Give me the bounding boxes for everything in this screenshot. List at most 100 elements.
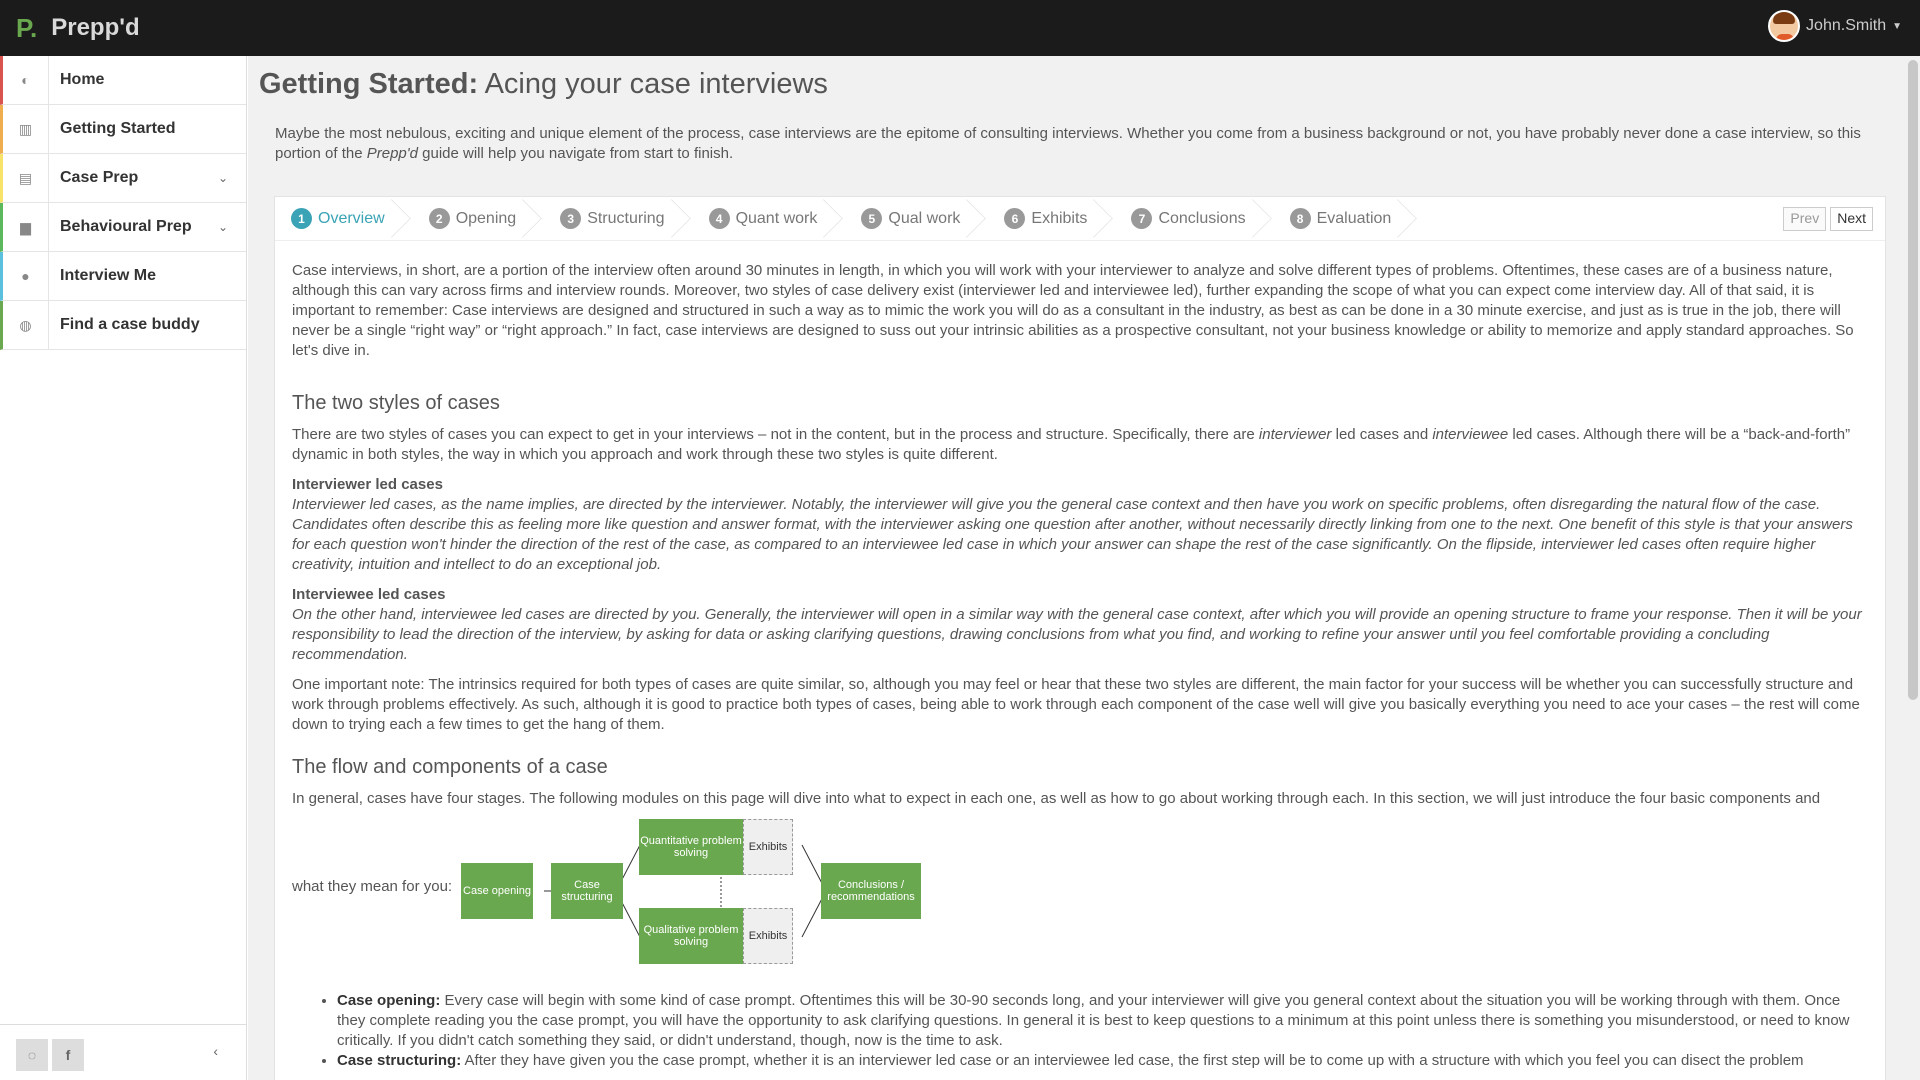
page-title: Getting Started: Acing your case intervi… [259,68,828,101]
flow-quantitative: Quantitative problem solving [639,819,743,875]
step-number: 1 [291,208,312,229]
page-title-bold: Getting Started: [259,68,479,100]
section-heading-flow: The flow and components of a case [292,756,608,778]
tab-label: Opening [455,209,517,227]
interviewee-led-paragraph: On the other hand, interviewee led cases… [292,606,1862,663]
step-number: 3 [560,208,582,229]
sidebar: ◐ Home ▥ Getting Started ▤ Case Prep ⌄ ▆… [0,56,247,1080]
chat-icon[interactable]: ◌ [16,1039,48,1071]
flow-paragraph: In general, cases have four stages. The … [292,790,1821,807]
top-navbar: P. Prepp'd John.Smith ▼ [0,0,1920,56]
flow-lead-text: what they mean for you: [292,878,453,895]
section-heading-styles: The two styles of cases [292,392,500,414]
list-item-text: Every case will begin with some kind of … [337,992,1850,1049]
list-item-text: After they have given you the case promp… [461,1052,1804,1069]
sidebar-item-label: Interview Me [60,267,157,284]
globe-icon: ◍ [3,301,49,349]
tab-overview[interactable]: 1 Overview [291,197,429,241]
tab-label: Quant work [735,209,818,227]
tab-conclusions[interactable]: 7 Conclusions [1131,197,1289,241]
sidebar-item-label: Getting Started [60,120,176,137]
tab-label: Qual work [888,209,961,227]
text: There are two styles of cases you can ex… [292,426,1259,443]
page-title-rest: Acing your case interviews [478,68,828,100]
caret-down-icon[interactable]: ▼ [1892,21,1902,32]
scrollbar-thumb[interactable] [1908,60,1918,700]
step-number: 2 [428,208,450,229]
avatar[interactable] [1768,10,1801,42]
sidebar-item-home[interactable]: ◐ Home [0,56,246,105]
intro-text-b: guide will help you navigate from start … [417,145,734,162]
next-button[interactable]: Next [1830,207,1873,231]
sidebar-item-label: Find a case buddy [60,316,200,333]
overview-paragraph: Case interviews, in short, are a portion… [292,262,1854,359]
sidebar-item-label: Case Prep [60,169,139,186]
tab-evaluation[interactable]: 8 Evaluation [1289,197,1436,241]
user-menu[interactable]: John.Smith ▼ [1768,10,1902,42]
book-open-icon: ▥ [3,105,49,153]
list-item-title: Case structuring: [337,1052,462,1069]
styles-paragraph: There are two styles of cases you can ex… [292,425,1867,465]
tab-exhibits[interactable]: 6 Exhibits [1004,197,1131,241]
app-name[interactable]: Prepp'd [51,14,139,42]
tab-opening[interactable]: 2 Opening [428,197,561,241]
username[interactable]: John.Smith [1806,17,1886,35]
logo-mark[interactable]: P. [16,13,37,44]
step-number: 6 [1004,208,1026,229]
sidebar-item-find-case-buddy[interactable]: ◍ Find a case buddy [0,301,246,350]
pager: Prev Next [1779,207,1873,231]
chevron-down-icon[interactable]: ⌄ [218,220,228,234]
interviewer-led-paragraph: Interviewer led cases, as the name impli… [292,496,1853,573]
step-number: 8 [1289,208,1311,229]
tab-quant-work[interactable]: 4 Quant work [708,197,862,241]
tab-label: Overview [318,209,385,227]
flow-case-structuring: Case structuring [551,863,623,919]
list-item: Case opening: Every case will begin with… [337,991,1867,1051]
step-number: 7 [1131,208,1153,229]
facebook-icon[interactable]: f [52,1039,84,1071]
main-content: Getting Started: Acing your case intervi… [248,56,1920,1080]
guide-card: 1 Overview 2 Opening 3 Structuring 4 Quant w… [274,196,1886,1080]
intro-paragraph: Maybe the most nebulous, exciting and un… [275,124,1885,164]
flow-case-opening: Case opening [461,863,533,919]
dashboard-icon: ◐ [3,56,49,104]
tab-structuring[interactable]: 3 Structuring [560,197,708,241]
flow-exhibits-1: Exhibits [743,819,793,875]
tab-label: Conclusions [1158,209,1246,227]
subheading-interviewee-led: Interviewee led cases [292,586,446,603]
emphasis: interviewee [1432,426,1509,443]
user-icon: ● [3,252,49,300]
flow-exhibits-2: Exhibits [743,908,793,964]
flow-qualitative: Qualitative problem solving [639,908,743,964]
list-item: Case structuring: After they have given … [337,1051,1867,1071]
file-icon: ▆ [3,203,49,251]
emphasis: interviewer [1258,426,1332,443]
flow-conclusions: Conclusions / recommendations [821,863,921,919]
subheading-interviewer-led: Interviewer led cases [292,476,443,493]
sidebar-item-behavioural-prep[interactable]: ▆ Behavioural Prep ⌄ [0,203,246,252]
prev-button[interactable]: Prev [1783,207,1827,231]
text: led cases and [1331,426,1433,443]
sidebar-item-label: Behavioural Prep [60,218,192,235]
chevron-down-icon[interactable]: ⌄ [218,171,228,185]
sidebar-item-getting-started[interactable]: ▥ Getting Started [0,105,246,154]
important-note-paragraph: One important note: The intrinsics requi… [292,676,1860,733]
collapse-sidebar-icon[interactable]: ‹ [213,1043,218,1059]
step-number: 5 [861,208,883,229]
case-flow-diagram: what they mean for you: Case opening Cas… [292,809,1867,979]
sidebar-item-label: Home [60,71,105,88]
step-tabs: 1 Overview 2 Opening 3 Structuring 4 Quant w… [275,197,1885,241]
tab-label: Structuring [587,209,665,227]
step-number: 4 [708,208,730,229]
tab-label: Evaluation [1316,209,1392,227]
sidebar-footer: ◌ f ‹ [0,1024,246,1080]
book-icon: ▤ [3,154,49,202]
sidebar-item-case-prep[interactable]: ▤ Case Prep ⌄ [0,154,246,203]
components-list: Case opening: Every case will begin with… [337,991,1867,1071]
tab-qual-work[interactable]: 5 Qual work [861,197,1004,241]
scrollbar[interactable] [1906,56,1920,1080]
tab-label: Exhibits [1031,209,1088,227]
intro-brand: Prepp'd [366,145,418,162]
sidebar-item-interview-me[interactable]: ● Interview Me [0,252,246,301]
overview-content: Case interviews, in short, are a portion… [292,261,1867,1071]
